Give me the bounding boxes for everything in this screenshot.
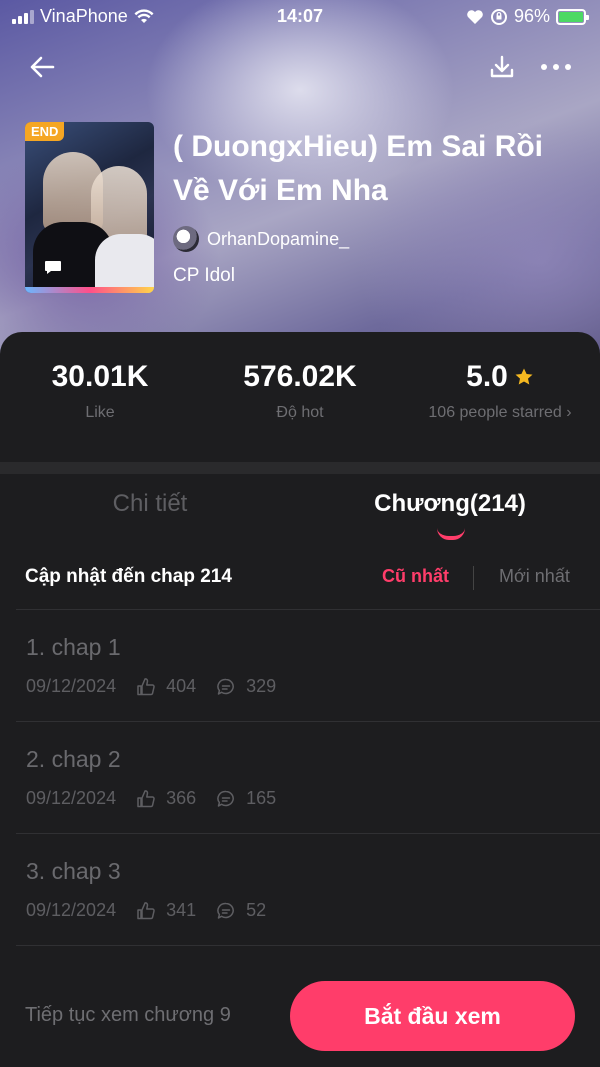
hot-stat: 576.02K Độ hot bbox=[200, 360, 400, 440]
chapter-likes: 341 bbox=[166, 900, 197, 920]
likes-value: 30.01K bbox=[51, 360, 149, 393]
chapter-title[interactable]: 3. chap 3 bbox=[26, 858, 121, 885]
status-right: 96% bbox=[466, 6, 589, 27]
continue-reading-link[interactable]: Tiếp tục xem chương 9 bbox=[25, 1004, 231, 1027]
hot-value: 576.02K bbox=[243, 360, 357, 393]
chapter-date: 09/12/2024 bbox=[26, 900, 117, 920]
chat-bubble-icon bbox=[45, 261, 61, 274]
orientation-lock-icon bbox=[490, 8, 507, 25]
section-divider bbox=[0, 462, 600, 474]
hot-label: Độ hot bbox=[276, 404, 324, 421]
sort-divider bbox=[473, 566, 474, 590]
thumbs-up-icon bbox=[137, 677, 155, 695]
chapter-likes: 404 bbox=[166, 676, 197, 696]
more-button[interactable] bbox=[536, 47, 576, 87]
author-row[interactable]: OrhanDopamine_ bbox=[173, 226, 349, 252]
tab-bar: Chi tiết Chương(214) bbox=[0, 490, 600, 540]
chapter-meta: 09/12/2024 366 165 bbox=[26, 788, 296, 809]
tab-detail[interactable]: Chi tiết bbox=[0, 490, 300, 518]
author-name[interactable]: OrhanDopamine_ bbox=[207, 229, 349, 250]
sort-newest-button[interactable]: Mới nhất bbox=[499, 566, 570, 587]
chapter-date: 09/12/2024 bbox=[26, 676, 117, 696]
tab-chapters[interactable]: Chương(214) bbox=[300, 490, 600, 518]
update-status: Cập nhật đến chap 214 bbox=[25, 566, 232, 587]
chapter-meta: 09/12/2024 341 52 bbox=[26, 900, 286, 921]
status-bar: VinaPhone 14:07 96% bbox=[0, 0, 600, 34]
chapter-likes: 366 bbox=[166, 788, 197, 808]
bottom-bar: Tiếp tục xem chương 9 Bắt đầu xem bbox=[0, 970, 600, 1067]
star-icon bbox=[515, 368, 533, 385]
download-button[interactable] bbox=[482, 47, 522, 87]
sort-oldest-button[interactable]: Cũ nhất bbox=[382, 566, 449, 587]
list-end-divider bbox=[16, 945, 600, 946]
chapter-header: Cập nhật đến chap 214 Cũ nhất Mới nhất bbox=[25, 566, 577, 590]
chapter-list: 1. chap 1 09/12/2024 404 329 2. chap 2 0… bbox=[16, 609, 600, 946]
download-icon bbox=[490, 55, 514, 78]
chapter-row[interactable]: 3. chap 3 09/12/2024 341 52 bbox=[16, 833, 600, 945]
chapter-comments: 329 bbox=[246, 676, 277, 696]
author-avatar[interactable] bbox=[173, 226, 199, 252]
rating-stat[interactable]: 5.0 106 people starred › bbox=[400, 360, 600, 440]
book-genre[interactable]: CP Idol bbox=[173, 265, 235, 287]
thumbs-up-icon bbox=[137, 789, 155, 807]
chapter-comments: 165 bbox=[246, 788, 277, 808]
battery-icon bbox=[556, 8, 589, 25]
chapter-meta: 09/12/2024 404 329 bbox=[26, 676, 296, 697]
chapter-title[interactable]: 1. chap 1 bbox=[26, 634, 121, 661]
thumbs-up-icon bbox=[137, 901, 155, 919]
likes-label: Like bbox=[85, 404, 115, 421]
heart-icon bbox=[467, 9, 483, 24]
rating-value: 5.0 bbox=[466, 360, 508, 393]
comment-icon bbox=[217, 790, 235, 807]
comment-icon bbox=[217, 902, 235, 919]
chapter-row[interactable]: 2. chap 2 09/12/2024 366 165 bbox=[16, 721, 600, 833]
more-dots-icon bbox=[541, 64, 571, 70]
chapter-date: 09/12/2024 bbox=[26, 788, 117, 808]
chapter-title[interactable]: 2. chap 2 bbox=[26, 746, 121, 773]
likes-stat: 30.01K Like bbox=[0, 360, 200, 440]
comment-icon bbox=[217, 678, 235, 695]
rating-label[interactable]: 106 people starred › bbox=[400, 404, 600, 422]
back-button[interactable] bbox=[22, 47, 62, 87]
battery-percent: 96% bbox=[513, 6, 550, 26]
stats-row: 30.01K Like 576.02K Độ hot 5.0 106 peopl… bbox=[0, 360, 600, 440]
end-badge: END bbox=[25, 122, 65, 141]
start-reading-button[interactable]: Bắt đầu xem bbox=[290, 981, 575, 1051]
book-title: ( DuongxHieu) Em Sai Rồi Về Với Em Nha bbox=[173, 130, 544, 207]
chapter-row[interactable]: 1. chap 1 09/12/2024 404 329 bbox=[16, 609, 600, 721]
chapter-comments: 52 bbox=[246, 900, 267, 920]
back-arrow-icon bbox=[30, 56, 55, 78]
